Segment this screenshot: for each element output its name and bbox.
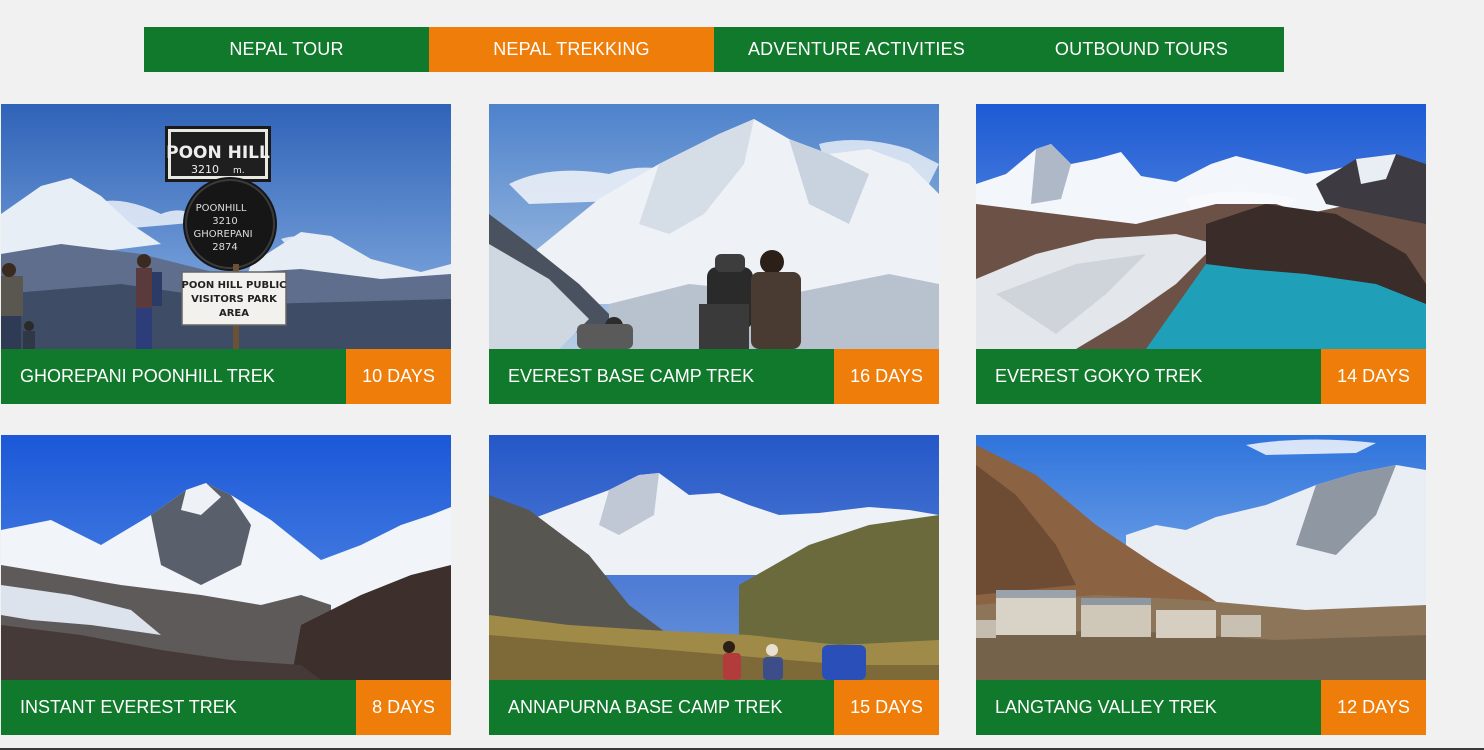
trek-title-bar: ANNAPURNA BASE CAMP TREK	[489, 680, 834, 735]
svg-text:POONHILL: POONHILL	[196, 203, 247, 214]
tab-adventure-activities[interactable]: ADVENTURE ACTIVITIES	[714, 27, 999, 72]
trek-photo-langtang-valley	[976, 435, 1426, 680]
svg-text:GHOREPANI: GHOREPANI	[193, 229, 252, 240]
tab-nepal-trekking[interactable]: NEPAL TREKKING	[429, 27, 714, 72]
svg-text:m.: m.	[233, 166, 245, 176]
svg-text:3210: 3210	[212, 216, 237, 227]
svg-text:VISITORS PARK: VISITORS PARK	[191, 294, 278, 305]
trek-photo-everest-base-camp	[489, 104, 939, 349]
trek-title: LANGTANG VALLEY TREK	[995, 697, 1217, 717]
svg-text:AREA: AREA	[219, 308, 249, 319]
trek-title-bar: EVEREST BASE CAMP TREK	[489, 349, 834, 404]
tab-outbound-tours[interactable]: OUTBOUND TOURS	[999, 27, 1284, 72]
svg-text:POON HILL PUBLIC: POON HILL PUBLIC	[182, 280, 287, 291]
trek-photo-everest-gokyo	[976, 104, 1426, 349]
trek-duration-badge: 10 DAYS	[346, 349, 451, 404]
svg-text:2874: 2874	[212, 242, 237, 253]
trek-title: EVEREST BASE CAMP TREK	[508, 366, 755, 386]
trek-card-langtang-valley[interactable]: LANGTANG VALLEY TREK 12 DAYS	[976, 435, 1426, 735]
svg-text:POON HILL: POON HILL	[166, 143, 270, 163]
trek-title-bar: LANGTANG VALLEY TREK	[976, 680, 1321, 735]
category-tabs: NEPAL TOUR NEPAL TREKKING ADVENTURE ACTI…	[144, 27, 1284, 72]
trek-photo-annapurna-base-camp	[489, 435, 939, 680]
trek-card-instant-everest[interactable]: INSTANT EVEREST TREK 8 DAYS	[1, 435, 451, 735]
trek-card-ghorepani-poonhill[interactable]: POON HILL 3210 m. POONHILL 3210 GHOREPAN…	[1, 104, 451, 404]
trek-card-everest-base-camp[interactable]: EVEREST BASE CAMP TREK 16 DAYS	[489, 104, 939, 404]
trek-duration-badge: 15 DAYS	[834, 680, 939, 735]
trek-title-bar: GHOREPANI POONHILL TREK	[1, 349, 346, 404]
trek-duration-badge: 8 DAYS	[356, 680, 451, 735]
trek-title-bar: INSTANT EVEREST TREK	[1, 680, 356, 735]
trek-title: GHOREPANI POONHILL TREK	[20, 366, 275, 386]
trek-card-annapurna-base-camp[interactable]: ANNAPURNA BASE CAMP TREK 15 DAYS	[489, 435, 939, 735]
trek-title: INSTANT EVEREST TREK	[20, 697, 237, 717]
trek-title: EVEREST GOKYO TREK	[995, 366, 1203, 386]
tab-nepal-tour[interactable]: NEPAL TOUR	[144, 27, 429, 72]
trek-card-everest-gokyo[interactable]: EVEREST GOKYO TREK 14 DAYS	[976, 104, 1426, 404]
trek-photo-instant-everest	[1, 435, 451, 680]
svg-text:3210: 3210	[191, 163, 219, 176]
trek-title-bar: EVEREST GOKYO TREK	[976, 349, 1321, 404]
trek-title: ANNAPURNA BASE CAMP TREK	[508, 697, 783, 717]
trek-photo-poonhill: POON HILL 3210 m. POONHILL 3210 GHOREPAN…	[1, 104, 451, 349]
trek-duration-badge: 12 DAYS	[1321, 680, 1426, 735]
trek-duration-badge: 14 DAYS	[1321, 349, 1426, 404]
trek-duration-badge: 16 DAYS	[834, 349, 939, 404]
